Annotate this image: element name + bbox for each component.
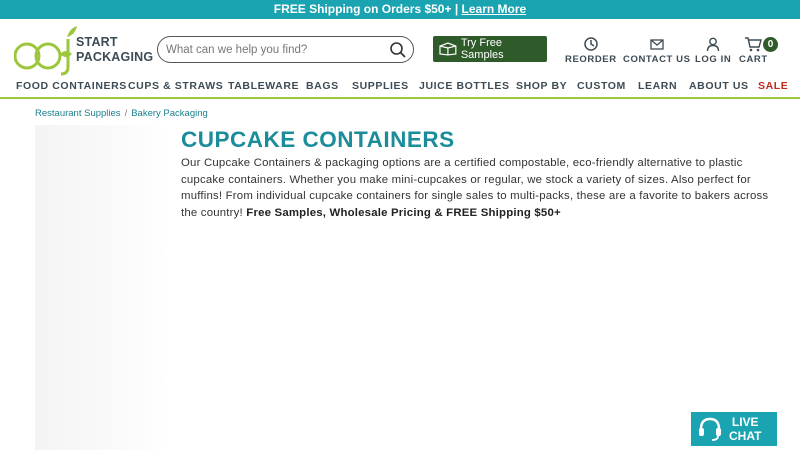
nav-item-cups-straws[interactable]: CUPS & STRAWS: [128, 80, 223, 92]
learn-more-link[interactable]: Learn More: [462, 2, 527, 16]
logo-graphic-icon: [14, 26, 77, 76]
reorder-label: REORDER: [565, 54, 617, 65]
nav-item-tableware[interactable]: TABLEWARE: [228, 80, 299, 92]
sample-box-icon: [439, 42, 457, 56]
breadcrumb-bakery-packaging[interactable]: Bakery Packaging: [131, 108, 208, 119]
search-box: [157, 36, 414, 63]
logo[interactable]: START PACKAGING: [14, 23, 159, 77]
user-icon: [706, 37, 720, 52]
mail-icon: [650, 39, 664, 50]
nav-item-juice-bottles[interactable]: JUICE BOTTLES: [419, 80, 510, 92]
nav-item-bags[interactable]: BAGS: [306, 80, 339, 92]
live-chat-text: LIVE CHAT: [729, 415, 761, 443]
promo-text: FREE Shipping on Orders $50+ |: [273, 2, 462, 16]
search-icon[interactable]: [389, 41, 407, 59]
sidebar-placeholder: [35, 125, 168, 450]
live-chat-line1: LIVE: [731, 415, 759, 429]
description-highlight: Free Samples, Wholesale Pricing & FREE S…: [246, 206, 561, 219]
nav-item-sale[interactable]: SALE: [758, 80, 788, 92]
live-chat-button[interactable]: LIVE CHAT: [691, 412, 777, 446]
cart-icon: [745, 37, 763, 52]
try-free-samples-button[interactable]: Try Free Samples: [433, 36, 547, 62]
promo-banner: FREE Shipping on Orders $50+ | Learn Mor…: [0, 0, 800, 19]
nav-item-custom[interactable]: CUSTOM: [577, 80, 626, 92]
live-chat-line2: CHAT: [729, 429, 762, 443]
nav-item-learn[interactable]: LEARN: [638, 80, 677, 92]
breadcrumb-restaurant-supplies[interactable]: Restaurant Supplies: [35, 108, 121, 119]
breadcrumb: Restaurant Supplies / Bakery Packaging: [35, 108, 208, 119]
logo-text-start: START: [76, 35, 118, 49]
nav-item-shop-by[interactable]: SHOP BY: [516, 80, 567, 92]
search-input[interactable]: [166, 41, 381, 59]
contact-us-link[interactable]: CONTACT US: [623, 36, 691, 65]
reorder-icon: [584, 37, 598, 51]
contact-us-label: CONTACT US: [623, 54, 691, 65]
nav-item-about-us[interactable]: ABOUT US: [689, 80, 749, 92]
main-nav: FOOD CONTAINERS CUPS & STRAWS TABLEWARE …: [0, 77, 800, 99]
log-in-link[interactable]: LOG IN: [695, 36, 731, 65]
breadcrumb-separator: /: [124, 108, 128, 119]
category-description: Our Cupcake Containers & packaging optio…: [181, 155, 771, 221]
page-title: CUPCAKE CONTAINERS: [181, 127, 455, 152]
log-in-label: LOG IN: [695, 54, 732, 65]
site-header: START PACKAGING Try Free Samples REORDER…: [0, 19, 800, 77]
cart-count-badge: 0: [763, 37, 778, 52]
cart-label: CART: [739, 54, 768, 65]
samples-label: Try Free Samples: [460, 37, 504, 61]
logo-text-packaging: PACKAGING: [76, 50, 154, 64]
headset-icon: [699, 417, 721, 441]
reorder-link[interactable]: REORDER: [565, 36, 617, 65]
nav-item-food-containers[interactable]: FOOD CONTAINERS: [16, 80, 127, 92]
nav-item-supplies[interactable]: SUPPLIES: [352, 80, 409, 92]
